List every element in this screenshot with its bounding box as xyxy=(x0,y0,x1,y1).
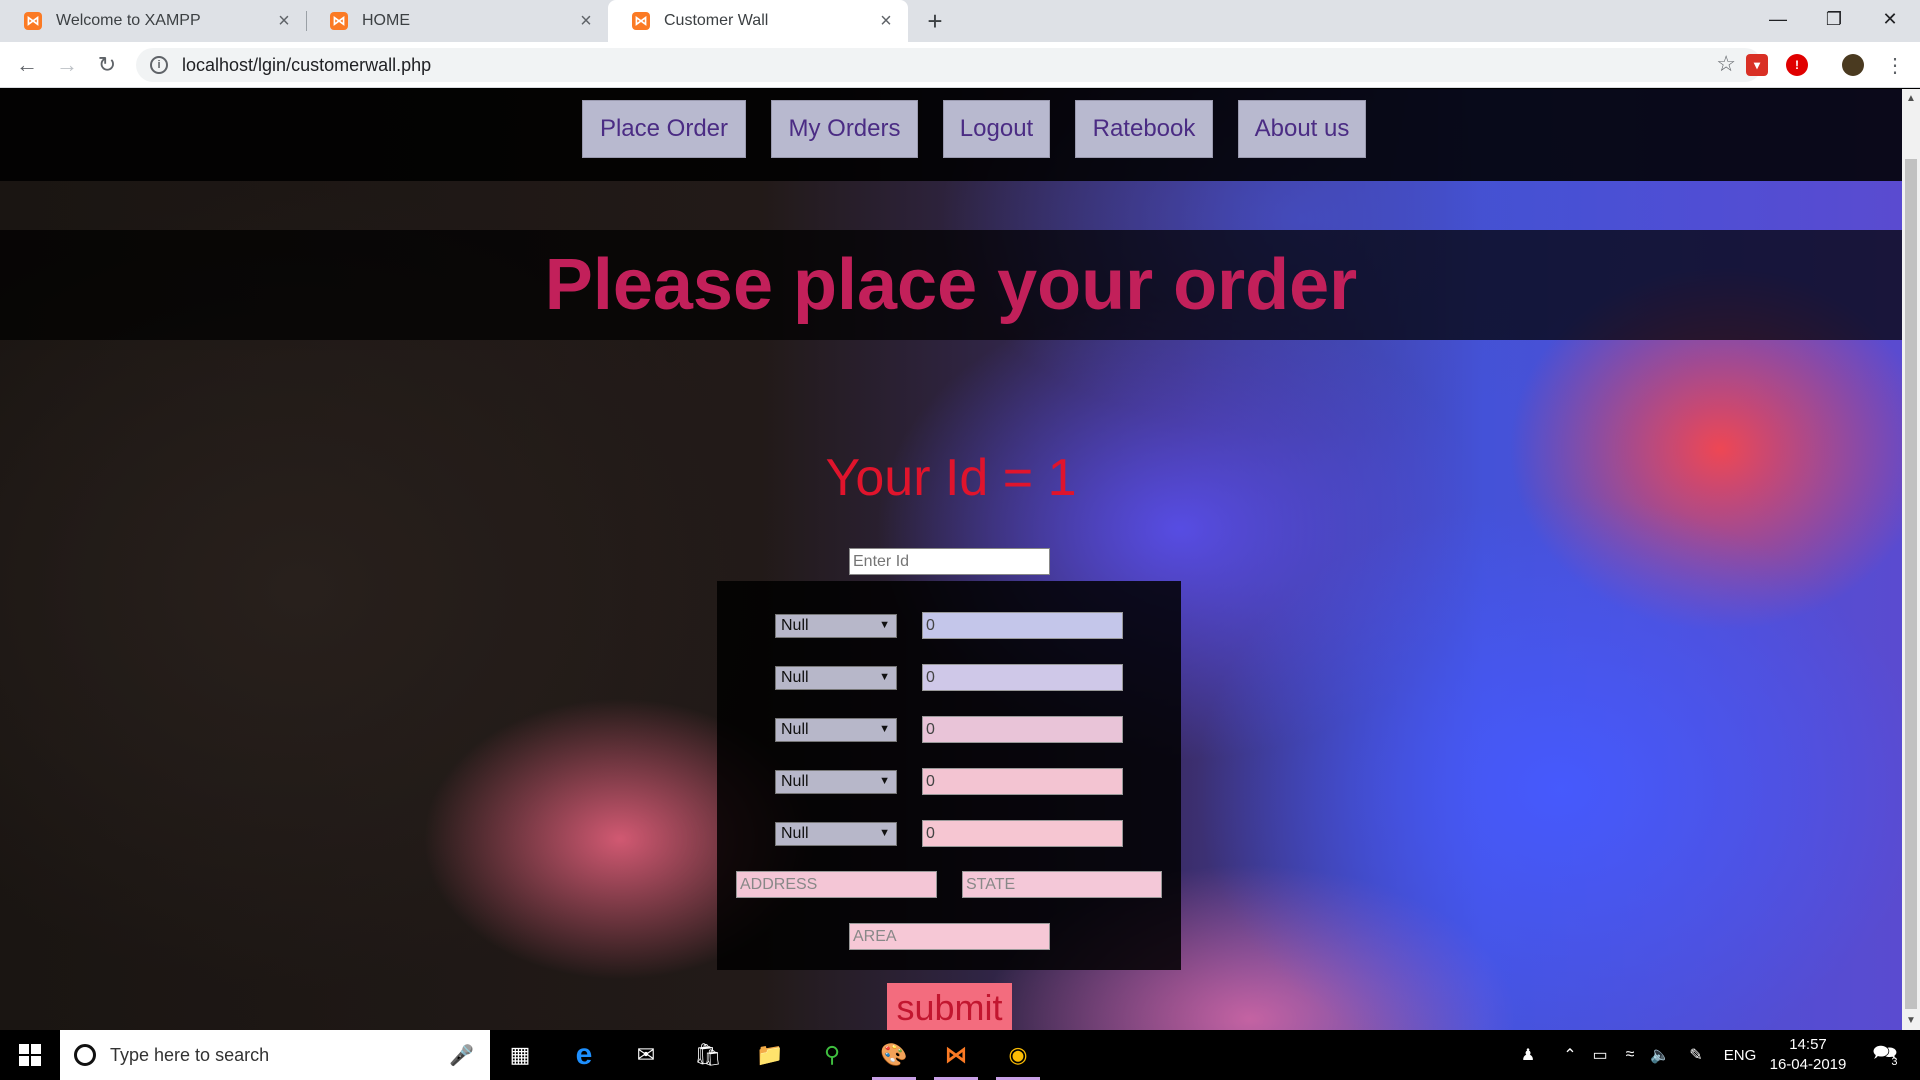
dropdown-arrow-icon: ▼ xyxy=(879,723,890,735)
page-viewport: Place Order My Orders Logout Ratebook Ab… xyxy=(0,89,1902,1030)
store-icon[interactable]: 🛍 xyxy=(680,1030,736,1080)
logout-button[interactable]: Logout xyxy=(943,100,1050,158)
tab-customer-wall[interactable]: ⋈ Customer Wall × xyxy=(608,0,908,42)
scroll-down-arrow-icon[interactable]: ▼ xyxy=(1906,1015,1916,1026)
order-form: Null ▼ 0 Null ▼ 0 Null ▼ 0 Null ▼ 0 Null ▼ 0 … xyxy=(717,581,1181,970)
browser-toolbar: ← → ↻ i localhost/lgin/customerwall.php … xyxy=(0,42,1920,88)
app-icon[interactable]: ⚲ xyxy=(804,1030,860,1080)
browser-tab-strip: ⋈ Welcome to XAMPP × ⋈ HOME × ⋈ Customer… xyxy=(0,0,1920,42)
xampp-favicon-icon: ⋈ xyxy=(632,12,650,30)
profile-avatar-icon[interactable] xyxy=(1842,54,1864,76)
back-arrow-icon[interactable]: ← xyxy=(12,50,42,80)
dropdown-arrow-icon: ▼ xyxy=(879,619,890,631)
item-select-5[interactable]: Null ▼ xyxy=(775,822,897,846)
item-select-4[interactable]: Null ▼ xyxy=(775,770,897,794)
tab-close-icon[interactable]: × xyxy=(576,10,596,32)
my-orders-button[interactable]: My Orders xyxy=(771,100,918,158)
item-select-value: Null xyxy=(781,721,809,738)
clock-date: 16-04-2019 xyxy=(1769,1056,1847,1073)
chrome-icon[interactable]: ◉ xyxy=(990,1030,1046,1080)
wifi-icon[interactable]: ≈ xyxy=(1616,1030,1644,1080)
tab-welcome-to-xampp[interactable]: ⋈ Welcome to XAMPP × xyxy=(0,0,306,42)
quantity-input-5[interactable]: 0 xyxy=(922,820,1123,847)
paint-icon[interactable]: 🎨 xyxy=(866,1030,922,1080)
tab-close-icon[interactable]: × xyxy=(876,10,896,32)
windows-taskbar: Type here to search 🎤 ▦ e ✉ 🛍 📁 ⚲ 🎨 ⋈ ◉ … xyxy=(0,1030,1920,1080)
chevron-up-icon[interactable]: ⌃ xyxy=(1556,1030,1584,1080)
item-select-value: Null xyxy=(781,773,809,790)
edge-icon[interactable]: e xyxy=(556,1030,612,1080)
reload-icon[interactable]: ↻ xyxy=(92,50,122,80)
address-input[interactable]: ADDRESS xyxy=(736,871,937,898)
xampp-icon[interactable]: ⋈ xyxy=(928,1030,984,1080)
dropdown-arrow-icon: ▼ xyxy=(879,671,890,683)
volume-icon[interactable]: 🔈 xyxy=(1646,1030,1674,1080)
dropdown-arrow-icon: ▼ xyxy=(879,775,890,787)
microphone-icon[interactable]: 🎤 xyxy=(449,1043,474,1068)
area-input[interactable]: AREA xyxy=(849,923,1050,950)
tab-title: HOME xyxy=(362,12,410,29)
notification-count: 3 xyxy=(1891,1056,1898,1068)
tab-close-icon[interactable]: × xyxy=(274,10,294,32)
page-title: Please place your order xyxy=(544,245,1358,325)
restore-icon[interactable]: ❐ xyxy=(1806,0,1862,38)
xampp-favicon-icon: ⋈ xyxy=(24,12,42,30)
new-tab-plus-icon[interactable]: + xyxy=(920,6,950,36)
battery-icon[interactable]: ▭ xyxy=(1586,1030,1614,1080)
top-navigation: Place Order My Orders Logout Ratebook Ab… xyxy=(0,89,1902,181)
tab-title: Customer Wall xyxy=(664,12,769,29)
item-select-3[interactable]: Null ▼ xyxy=(775,718,897,742)
start-button[interactable] xyxy=(0,1030,60,1080)
quantity-input-2[interactable]: 0 xyxy=(922,664,1123,691)
ratebook-button[interactable]: Ratebook xyxy=(1075,100,1213,158)
file-explorer-icon[interactable]: 📁 xyxy=(742,1030,798,1080)
item-select-value: Null xyxy=(781,617,809,634)
url-text: localhost/lgin/customerwall.php xyxy=(182,54,432,75)
minimize-icon[interactable]: — xyxy=(1750,0,1806,38)
taskbar-search-box[interactable]: Type here to search 🎤 xyxy=(60,1030,490,1080)
people-icon[interactable]: ♟ xyxy=(1512,1030,1544,1080)
tab-home[interactable]: ⋈ HOME × xyxy=(306,0,608,42)
clock-time: 14:57 xyxy=(1789,1036,1827,1053)
close-icon[interactable]: ✕ xyxy=(1862,0,1918,38)
language-indicator[interactable]: ENG xyxy=(1720,1030,1760,1080)
pen-icon[interactable]: ✎ xyxy=(1682,1030,1710,1080)
adblock-extension-icon[interactable]: ! xyxy=(1786,54,1808,76)
search-placeholder: Type here to search xyxy=(110,1044,270,1065)
page-scrollbar[interactable]: ▲ ▼ xyxy=(1902,89,1920,1030)
kebab-menu-icon[interactable]: ⋮ xyxy=(1880,50,1910,80)
item-select-2[interactable]: Null ▼ xyxy=(775,666,897,690)
enter-id-input[interactable] xyxy=(849,548,1050,575)
quantity-input-1[interactable]: 0 xyxy=(922,612,1123,639)
clock[interactable]: 14:57 16-04-2019 xyxy=(1768,1035,1848,1075)
address-bar[interactable]: i localhost/lgin/customerwall.php ☆ xyxy=(136,48,1762,82)
star-icon[interactable]: ☆ xyxy=(1716,51,1736,77)
forward-arrow-icon[interactable]: → xyxy=(52,50,82,80)
windows-logo-icon xyxy=(19,1044,41,1066)
item-select-1[interactable]: Null ▼ xyxy=(775,614,897,638)
scrollbar-thumb[interactable] xyxy=(1905,159,1917,1009)
tab-title: Welcome to XAMPP xyxy=(56,12,201,29)
cortana-icon xyxy=(74,1044,96,1066)
notifications-icon[interactable]: 🗪 3 xyxy=(1860,1030,1910,1080)
quantity-input-3[interactable]: 0 xyxy=(922,716,1123,743)
heading-band: Please place your order xyxy=(0,230,1902,340)
pocket-extension-icon[interactable]: ▾ xyxy=(1746,54,1768,76)
place-order-button[interactable]: Place Order xyxy=(582,100,746,158)
item-select-value: Null xyxy=(781,825,809,842)
dropdown-arrow-icon: ▼ xyxy=(879,827,890,839)
about-us-button[interactable]: About us xyxy=(1238,100,1366,158)
task-view-icon[interactable]: ▦ xyxy=(492,1030,548,1080)
customer-id-label: Your Id = 1 xyxy=(825,449,1077,507)
state-input[interactable]: STATE xyxy=(962,871,1162,898)
item-select-value: Null xyxy=(781,669,809,686)
submit-button[interactable]: submit xyxy=(887,983,1012,1030)
scroll-up-arrow-icon[interactable]: ▲ xyxy=(1906,93,1916,104)
info-icon[interactable]: i xyxy=(150,56,168,74)
quantity-input-4[interactable]: 0 xyxy=(922,768,1123,795)
xampp-favicon-icon: ⋈ xyxy=(330,12,348,30)
mail-icon[interactable]: ✉ xyxy=(618,1030,674,1080)
